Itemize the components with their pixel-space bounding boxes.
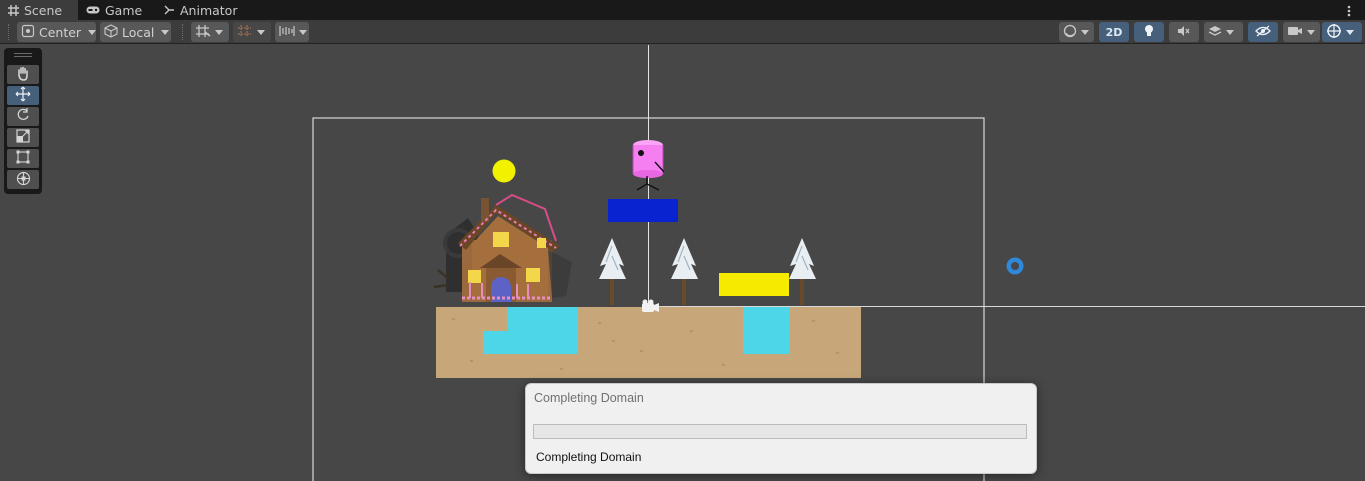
gamepad-icon (86, 5, 100, 15)
chevron-down-icon (215, 29, 223, 35)
chevron-down-icon (257, 29, 265, 35)
progress-dialog: Completing Domain Completing Domain (525, 383, 1037, 474)
transform-tool-icon (16, 171, 31, 189)
tab-animator-label: Animator (180, 2, 238, 18)
dialog-status-text: Completing Domain (536, 450, 642, 464)
align-icon (279, 25, 295, 40)
scale-tool-icon (16, 129, 30, 146)
scene-visibility-toggle[interactable] (1248, 22, 1278, 42)
effects-dropdown[interactable] (1204, 22, 1243, 42)
grid-icon (8, 4, 19, 16)
shading-mode-dropdown[interactable] (1059, 22, 1094, 42)
pivot-mode-dropdown[interactable]: Center (17, 22, 97, 42)
grid-snap-button[interactable] (191, 22, 229, 42)
rotate-tool-button[interactable] (7, 107, 39, 126)
camera-icon (1287, 25, 1303, 40)
pivot-mode-label: Center (39, 24, 82, 40)
toolbar-grip (8, 24, 10, 40)
gingerbread-house-sprite[interactable] (433, 193, 572, 302)
blue-platform[interactable] (608, 199, 678, 222)
move-tool-button[interactable] (7, 86, 39, 105)
scale-tool-button[interactable] (7, 128, 39, 147)
camera-dropdown[interactable] (1283, 22, 1320, 42)
tab-game-label: Game (105, 2, 143, 18)
tool-palette (4, 48, 42, 194)
kebab-menu-icon[interactable] (1347, 5, 1357, 17)
rotate-tool-icon (16, 108, 30, 125)
transform-tool-button[interactable] (7, 170, 39, 189)
water-pool[interactable] (743, 307, 790, 354)
tab-scene-label: Scene (24, 2, 63, 18)
progress-bar (533, 424, 1027, 439)
animator-icon (163, 4, 175, 16)
effects-stack-icon (1208, 24, 1222, 41)
grid-snap-icon (195, 24, 211, 41)
pivot-space-label: Local (122, 24, 155, 40)
lighting-toggle[interactable] (1134, 22, 1164, 42)
light-gizmo-icon[interactable] (1006, 257, 1024, 275)
gizmos-dropdown[interactable] (1322, 22, 1362, 42)
gizmos-icon (1326, 23, 1342, 42)
visibility-eye-icon (1255, 25, 1271, 40)
audio-toggle[interactable] (1169, 22, 1199, 42)
pivot-space-dropdown[interactable]: Local (100, 22, 171, 42)
rect-tool-button[interactable] (7, 149, 39, 168)
hand-tool-icon (16, 66, 30, 84)
increment-snap-icon (237, 24, 253, 41)
increment-snap-button[interactable] (233, 22, 271, 42)
camera-gizmo-icon[interactable] (642, 299, 659, 313)
scene-toolbar: Center Local 2D (0, 20, 1365, 44)
editor-tab-bar: Scene Game Animator (0, 0, 1365, 20)
toolbar-grip (182, 24, 184, 40)
align-button[interactable] (275, 22, 309, 42)
lightbulb-icon (1143, 24, 1155, 41)
chevron-down-icon (1346, 29, 1354, 35)
snowy-tree[interactable] (789, 238, 816, 305)
dialog-title: Completing Domain (534, 391, 644, 405)
snowy-tree[interactable] (599, 238, 626, 305)
mode-2d-label: 2D (1105, 25, 1123, 39)
audio-mute-icon (1177, 25, 1191, 40)
chevron-down-icon (299, 29, 307, 35)
snowy-tree[interactable] (671, 238, 698, 305)
palette-drag-handle[interactable] (14, 53, 32, 57)
shading-sphere-icon (1063, 24, 1077, 41)
chevron-down-icon (88, 29, 97, 35)
move-tool-icon (15, 86, 31, 105)
chevron-down-icon (1081, 29, 1089, 35)
tab-scene[interactable]: Scene (0, 0, 78, 20)
tab-game[interactable]: Game (78, 0, 152, 20)
chevron-down-icon (1307, 29, 1315, 35)
local-cube-icon (104, 23, 118, 41)
mode-2d-toggle[interactable]: 2D (1099, 22, 1129, 42)
sun-sprite[interactable] (492, 159, 516, 183)
rect-tool-icon (16, 150, 30, 167)
yellow-platform[interactable] (719, 273, 789, 296)
chevron-down-icon (161, 29, 170, 35)
tab-animator[interactable]: Animator (155, 0, 247, 20)
pivot-center-icon (21, 24, 35, 41)
chevron-down-icon (1226, 29, 1234, 35)
hand-tool-button[interactable] (7, 65, 39, 84)
